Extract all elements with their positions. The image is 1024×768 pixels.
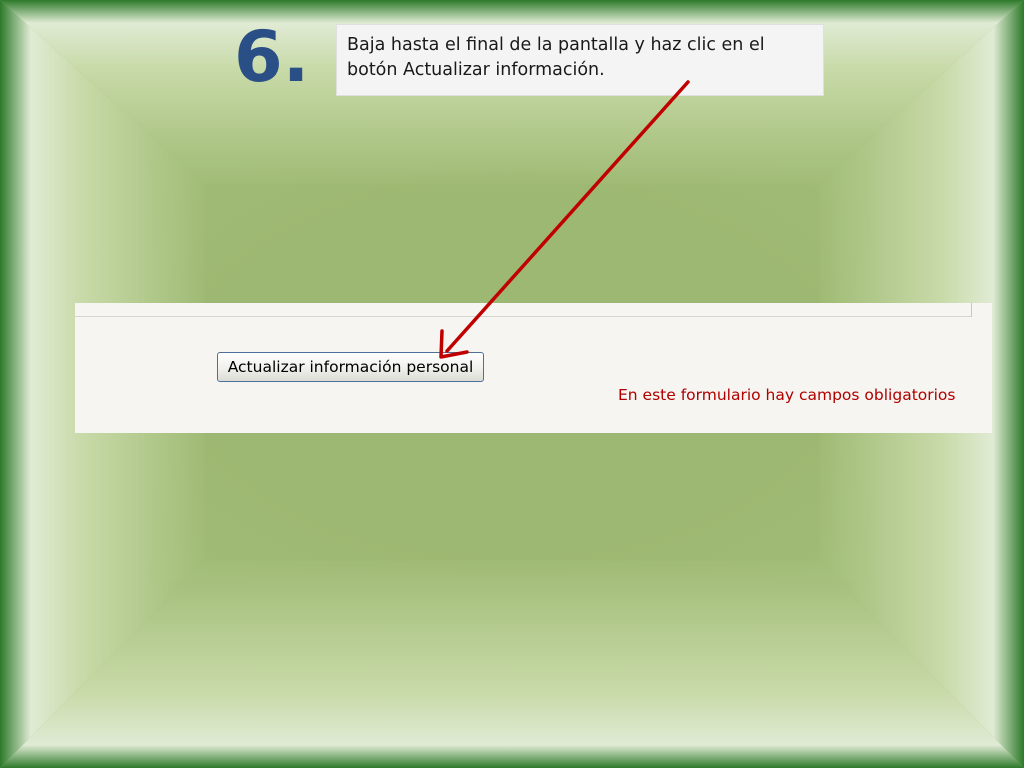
step-number: 6. xyxy=(234,16,310,98)
instruction-callout: Baja hasta el final de la pantalla y haz… xyxy=(336,24,824,96)
required-fields-note: En este formulario hay campos obligatori… xyxy=(618,386,956,404)
slide: 6. Baja hasta el final de la pantalla y … xyxy=(0,0,1024,768)
instruction-text: Baja hasta el final de la pantalla y haz… xyxy=(347,35,765,80)
form-screenshot-panel: Actualizar información personal En este … xyxy=(75,303,992,433)
update-personal-info-button[interactable]: Actualizar información personal xyxy=(217,352,484,382)
panel-divider-line xyxy=(75,316,972,317)
panel-divider-edge xyxy=(971,303,972,317)
